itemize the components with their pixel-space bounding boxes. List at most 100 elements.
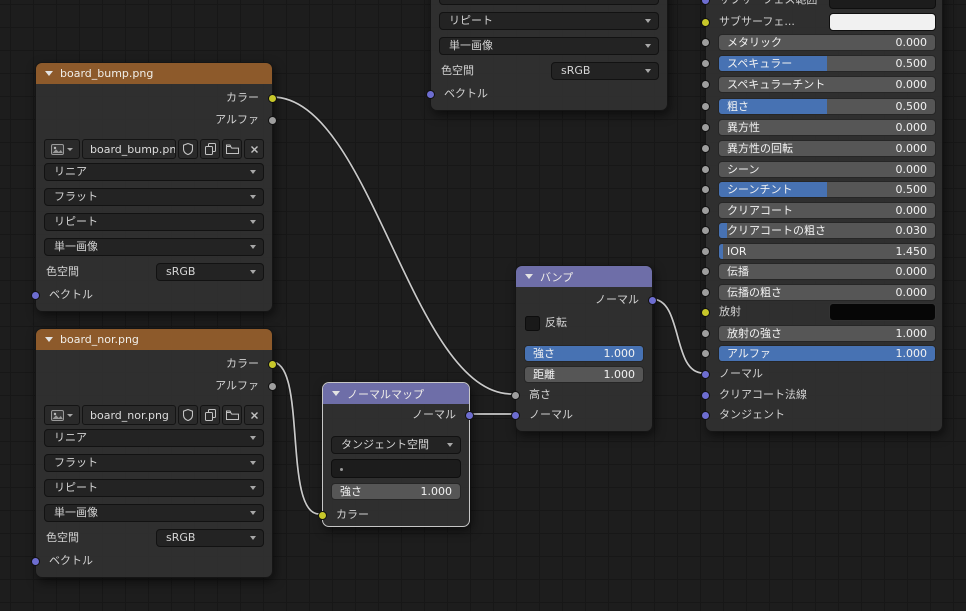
socket-normal-output[interactable] bbox=[465, 410, 474, 420]
unlink-image-button[interactable] bbox=[244, 405, 264, 425]
node-normal-map[interactable]: ノーマルマップ ノーマル タンジェント空間 強さ 1.000 カラー bbox=[318, 382, 474, 527]
socket-anisotropic[interactable] bbox=[701, 122, 710, 132]
socket-clearcoat-roughness[interactable] bbox=[701, 225, 710, 235]
socket-transmission-roughness[interactable] bbox=[701, 287, 710, 297]
socket-sheen[interactable] bbox=[701, 164, 710, 174]
socket-metallic[interactable] bbox=[701, 37, 710, 47]
socket-color-input[interactable] bbox=[318, 510, 327, 520]
node-image-texture-board-bump[interactable]: board_bump.png カラー アルファ board_bump.png リ… bbox=[31, 62, 277, 312]
node-image-texture-board-nor[interactable]: board_nor.png カラー アルファ board_nor.png リニア… bbox=[31, 328, 277, 578]
socket-normal-input[interactable] bbox=[511, 410, 520, 420]
socket-roughness[interactable] bbox=[701, 101, 710, 111]
socket-emission-strength[interactable] bbox=[701, 328, 710, 338]
extension-dropdown[interactable]: リピート bbox=[439, 12, 659, 30]
collapse-icon[interactable] bbox=[45, 337, 53, 342]
socket-clearcoat[interactable] bbox=[701, 205, 710, 215]
image-browse-button[interactable] bbox=[44, 139, 80, 159]
slider-value: 0.000 bbox=[895, 35, 928, 49]
extension-dropdown[interactable]: リピート bbox=[44, 213, 264, 231]
socket-tangent-input[interactable] bbox=[701, 410, 710, 420]
unlink-image-button[interactable] bbox=[244, 139, 264, 159]
node-header[interactable]: board_nor.png bbox=[36, 329, 272, 350]
uvmap-field[interactable] bbox=[331, 459, 461, 478]
colorspace-dropdown[interactable]: sRGB bbox=[156, 529, 264, 547]
image-name-field[interactable]: board_bump.png bbox=[82, 139, 176, 159]
image-browse-button[interactable] bbox=[44, 405, 80, 425]
socket-emission[interactable] bbox=[701, 307, 710, 317]
extension-dropdown[interactable]: リピート bbox=[44, 479, 264, 497]
open-image-button[interactable] bbox=[222, 139, 242, 159]
colorspace-dropdown[interactable]: sRGB bbox=[156, 263, 264, 281]
new-image-button[interactable] bbox=[200, 405, 220, 425]
socket-subsurface-color[interactable] bbox=[701, 17, 710, 27]
socket-specular-tint[interactable] bbox=[701, 79, 710, 89]
collapse-icon[interactable] bbox=[45, 71, 53, 76]
socket-vector-input[interactable] bbox=[426, 89, 435, 99]
alpha-slider[interactable]: アルファ 1.000 bbox=[718, 344, 936, 362]
new-image-button[interactable] bbox=[200, 139, 220, 159]
anisotropic-slider[interactable]: 異方性 0.000 bbox=[718, 118, 936, 136]
node-principled-bsdf[interactable]: サブサーフェス範囲 サブサーフェ... メタリック 0.000 スペキュラー 0… bbox=[701, 0, 943, 432]
socket-transmission[interactable] bbox=[701, 266, 710, 276]
socket-ior[interactable] bbox=[701, 246, 710, 256]
specular-tint-slider[interactable]: スペキュラーチント 0.000 bbox=[718, 75, 936, 93]
socket-sheen-tint[interactable] bbox=[701, 184, 710, 194]
projection-dropdown[interactable]: フラット bbox=[44, 188, 264, 206]
source-dropdown[interactable]: 単一画像 bbox=[439, 37, 659, 55]
metallic-slider[interactable]: メタリック 0.000 bbox=[718, 33, 936, 51]
row-emission: 放射 bbox=[701, 303, 942, 321]
sheen-slider[interactable]: シーン 0.000 bbox=[718, 160, 936, 178]
socket-height-input[interactable] bbox=[511, 390, 520, 400]
clearcoat-roughness-slider[interactable]: クリアコートの粗さ 0.030 bbox=[718, 221, 936, 239]
projection-dropdown-partial[interactable] bbox=[439, 0, 659, 5]
socket-alpha[interactable] bbox=[701, 348, 710, 358]
subsurface-radius-field[interactable] bbox=[829, 0, 936, 9]
interpolation-dropdown[interactable]: リニア bbox=[44, 429, 264, 447]
distance-slider[interactable]: 距離 1.000 bbox=[524, 366, 644, 383]
interpolation-dropdown[interactable]: リニア bbox=[44, 163, 264, 181]
colorspace-dropdown[interactable]: sRGB bbox=[551, 62, 659, 80]
socket-vector-input[interactable] bbox=[31, 556, 40, 566]
socket-vector-input[interactable] bbox=[31, 290, 40, 300]
socket-clearcoat-normal-input[interactable] bbox=[701, 390, 710, 400]
strength-slider[interactable]: 強さ 1.000 bbox=[524, 345, 644, 362]
socket-normal-input[interactable] bbox=[701, 369, 710, 379]
projection-dropdown[interactable]: フラット bbox=[44, 454, 264, 472]
socket-anisotropic-rotation[interactable] bbox=[701, 143, 710, 153]
transmission-roughness-slider[interactable]: 伝播の粗さ 0.000 bbox=[718, 283, 936, 301]
ior-slider[interactable]: IOR 1.450 bbox=[718, 242, 936, 260]
subsurface-color-swatch[interactable] bbox=[829, 13, 936, 31]
roughness-slider[interactable]: 粗さ 0.500 bbox=[718, 97, 936, 115]
collapse-icon[interactable] bbox=[332, 391, 340, 396]
node-header[interactable]: board_bump.png bbox=[36, 63, 272, 84]
source-dropdown[interactable]: 単一画像 bbox=[44, 238, 264, 256]
fake-user-button[interactable] bbox=[178, 405, 198, 425]
socket-alpha-output[interactable] bbox=[268, 115, 277, 125]
node-header[interactable]: バンプ bbox=[516, 266, 652, 287]
socket-color-output[interactable] bbox=[268, 359, 277, 369]
socket-color-output[interactable] bbox=[268, 93, 277, 103]
socket-normal-output[interactable] bbox=[648, 295, 657, 305]
node-bump[interactable]: バンプ ノーマル 反転 強さ 1.000 距離 1.000 高さ ノーマル bbox=[511, 265, 657, 432]
collapse-icon[interactable] bbox=[525, 274, 533, 279]
socket-specular[interactable] bbox=[701, 58, 710, 68]
space-dropdown[interactable]: タンジェント空間 bbox=[331, 436, 461, 454]
node-image-texture-partial[interactable]: リピート 単一画像 色空間 sRGB ベクトル bbox=[426, 0, 668, 111]
image-name-field[interactable]: board_nor.png bbox=[82, 405, 176, 425]
source-dropdown[interactable]: 単一画像 bbox=[44, 504, 264, 522]
emission-strength-slider[interactable]: 放射の強さ 1.000 bbox=[718, 324, 936, 342]
sheen-tint-slider[interactable]: シーンチント 0.500 bbox=[718, 180, 936, 198]
socket-alpha-output[interactable] bbox=[268, 381, 277, 391]
node-header[interactable]: ノーマルマップ bbox=[323, 383, 469, 404]
transmission-slider[interactable]: 伝播 0.000 bbox=[718, 262, 936, 280]
clearcoat-slider[interactable]: クリアコート 0.000 bbox=[718, 201, 936, 219]
socket-subsurface-radius[interactable] bbox=[701, 0, 710, 5]
anisotropic-rotation-slider[interactable]: 異方性の回転 0.000 bbox=[718, 139, 936, 157]
node-editor-canvas[interactable]: board_bump.png カラー アルファ board_bump.png リ… bbox=[0, 0, 966, 611]
emission-color-swatch[interactable] bbox=[829, 303, 936, 321]
invert-checkbox[interactable] bbox=[525, 316, 540, 331]
strength-slider[interactable]: 強さ 1.000 bbox=[331, 483, 461, 500]
specular-slider[interactable]: スペキュラー 0.500 bbox=[718, 54, 936, 72]
fake-user-button[interactable] bbox=[178, 139, 198, 159]
open-image-button[interactable] bbox=[222, 405, 242, 425]
